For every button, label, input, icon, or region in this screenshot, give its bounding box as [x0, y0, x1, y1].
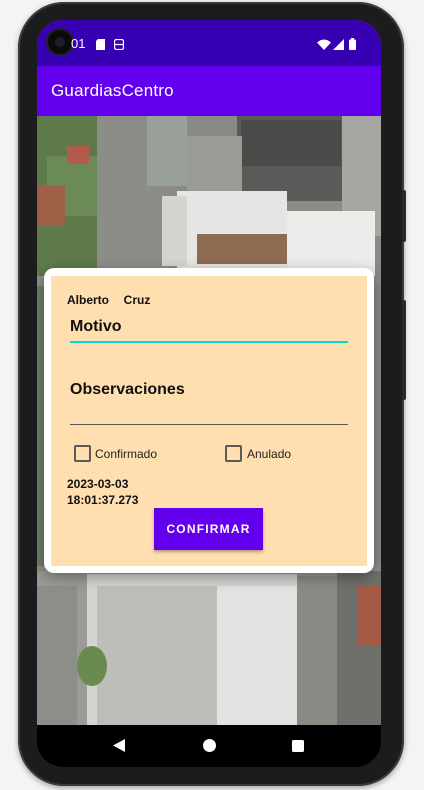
power-button [402, 190, 406, 242]
dialog-content: Alberto Cruz Motivo Observaciones Confir… [51, 276, 367, 566]
timestamp: 2023-03-03 18:01:37.273 [67, 476, 138, 508]
app-bar: GuardiasCentro [37, 66, 381, 116]
status-bar: 01 [37, 20, 381, 66]
confirmado-checkbox-box[interactable] [74, 445, 91, 462]
home-icon[interactable] [203, 739, 216, 757]
camera-icon [48, 30, 72, 54]
storage-icon [113, 37, 125, 55]
back-icon[interactable] [113, 739, 125, 757]
signal-icon [333, 37, 344, 55]
motivo-hint[interactable]: Motivo [70, 318, 122, 336]
motivo-underline [70, 341, 348, 343]
volume-button [402, 300, 406, 400]
timestamp-time: 18:01:37.273 [67, 493, 139, 507]
sd-card-icon [96, 37, 105, 55]
navigation-bar [37, 725, 381, 767]
person-name: Alberto Cruz [67, 293, 151, 307]
observaciones-underline [70, 424, 348, 425]
timestamp-date: 2023-03-03 [67, 477, 129, 491]
anulado-label[interactable]: Anulado [247, 447, 291, 461]
battery-icon [349, 37, 356, 55]
confirm-button[interactable]: CONFIRMAR [154, 508, 263, 550]
anulado-checkbox-box[interactable] [225, 445, 242, 462]
observaciones-hint[interactable]: Observaciones [70, 381, 185, 399]
app-title: GuardiasCentro [51, 81, 174, 100]
confirmado-label[interactable]: Confirmado [95, 447, 157, 461]
wifi-icon [317, 37, 331, 55]
recents-icon[interactable] [292, 739, 304, 757]
status-time: 01 [71, 36, 86, 51]
guard-dialog: Alberto Cruz Motivo Observaciones Confir… [44, 268, 374, 573]
